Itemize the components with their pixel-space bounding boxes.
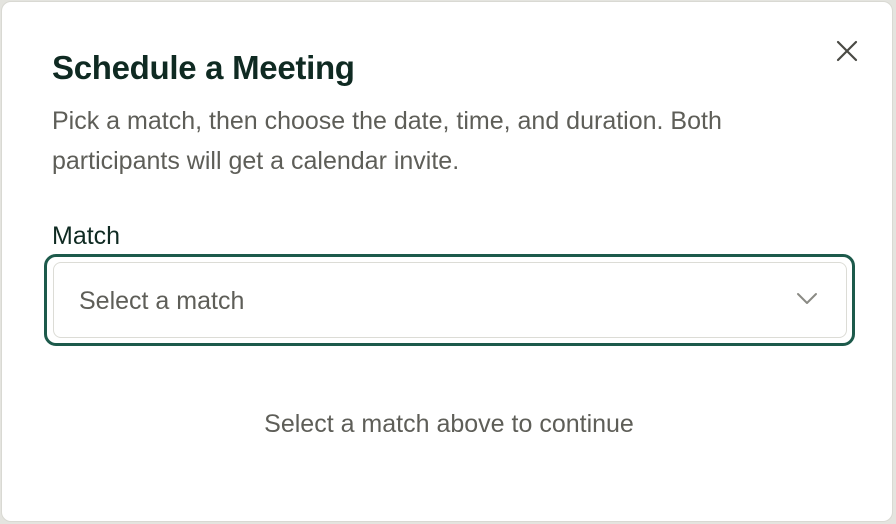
dialog-description: Pick a match, then choose the date, time… [52, 107, 722, 175]
close-button[interactable] [828, 32, 866, 70]
schedule-meeting-dialog: Schedule a Meeting Pick a match, then ch… [1, 1, 893, 522]
chevron-down-icon [797, 293, 817, 304]
match-field-label: Match [52, 222, 121, 250]
dialog-title: Schedule a Meeting [52, 49, 355, 86]
close-icon [836, 40, 858, 62]
continue-hint: Select a match above to continue [264, 410, 634, 438]
match-select-value: Select a match [79, 287, 245, 315]
match-select[interactable]: Select a match [53, 262, 847, 338]
